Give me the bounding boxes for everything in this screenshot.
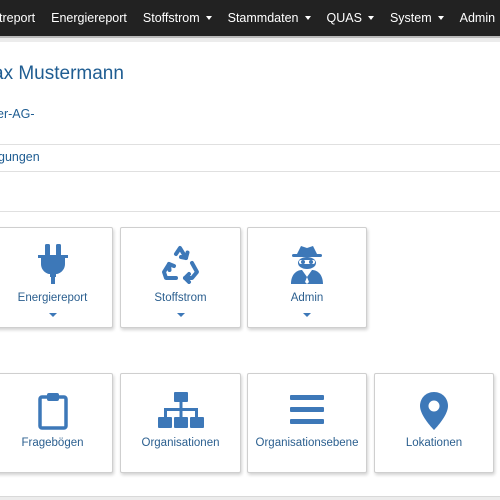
tile-organisationen[interactable]: Organisationen [120, 373, 241, 473]
tile-energiereport[interactable]: Energiereport [0, 227, 113, 328]
divider [0, 171, 500, 172]
tile-label: Organisationen [141, 437, 220, 449]
nav-item-stammdaten[interactable]: Stammdaten [228, 0, 311, 36]
nav-item-treport[interactable]: treport [0, 0, 35, 36]
caret-down-icon [176, 313, 185, 317]
clipboard-icon [0, 392, 112, 430]
user-secret-icon [248, 244, 366, 284]
nav-item-label: Admin [459, 11, 496, 25]
nav-item-admin[interactable]: Admin [460, 0, 500, 36]
tile-organisationsebene[interactable]: Organisationsebene [247, 373, 367, 473]
nav-item-label: QUAS [326, 11, 362, 25]
divider [0, 144, 500, 145]
user-name-heading: ax Mustermann [0, 63, 124, 84]
nav-item-stoffstrom[interactable]: Stoffstrom [143, 0, 212, 36]
tile-label: Organisationsebene [255, 437, 359, 449]
nav-item-label: Stoffstrom [142, 11, 200, 25]
map-marker-icon [375, 392, 493, 430]
caret-down-icon [437, 16, 444, 20]
top-navbar: treport Energiereport Stoffstrom Stammda… [0, 0, 500, 38]
recycle-icon [121, 244, 240, 284]
tile-label: Lokationen [405, 437, 463, 449]
organization-name: er-AG- [0, 107, 35, 121]
tile-admin[interactable]: Admin [247, 227, 367, 328]
tile-label: Admin [290, 292, 324, 304]
divider [0, 211, 500, 212]
bars-icon [248, 392, 366, 428]
nav-item-label: System [389, 11, 432, 25]
caret-down-icon [304, 16, 311, 20]
tile-lokationen[interactable]: Lokationen [374, 373, 494, 473]
nav-item-quas[interactable]: QUAS [327, 0, 374, 36]
tile-label: Stoffstrom [154, 292, 207, 304]
tile-label: Energiereport [17, 292, 88, 304]
tile-stoffstrom[interactable]: Stoffstrom [120, 227, 241, 328]
nav-item-label: Stammdaten [227, 11, 299, 25]
tile-frageboegen[interactable]: Fragebögen [0, 373, 113, 473]
nav-item-label: treport [0, 11, 36, 25]
caret-down-icon [303, 313, 311, 317]
tile-label: Fragebögen [21, 437, 84, 449]
nav-item-label: Energiereport [51, 11, 127, 25]
tab-link[interactable]: gungen [0, 150, 40, 164]
nav-item-system[interactable]: System [390, 0, 444, 36]
caret-down-icon [48, 313, 57, 317]
nav-item-energiereport[interactable]: Energiereport [51, 0, 127, 36]
sitemap-icon [121, 392, 240, 430]
plug-icon [0, 244, 112, 284]
caret-down-icon [367, 16, 374, 20]
caret-down-icon [205, 16, 212, 20]
